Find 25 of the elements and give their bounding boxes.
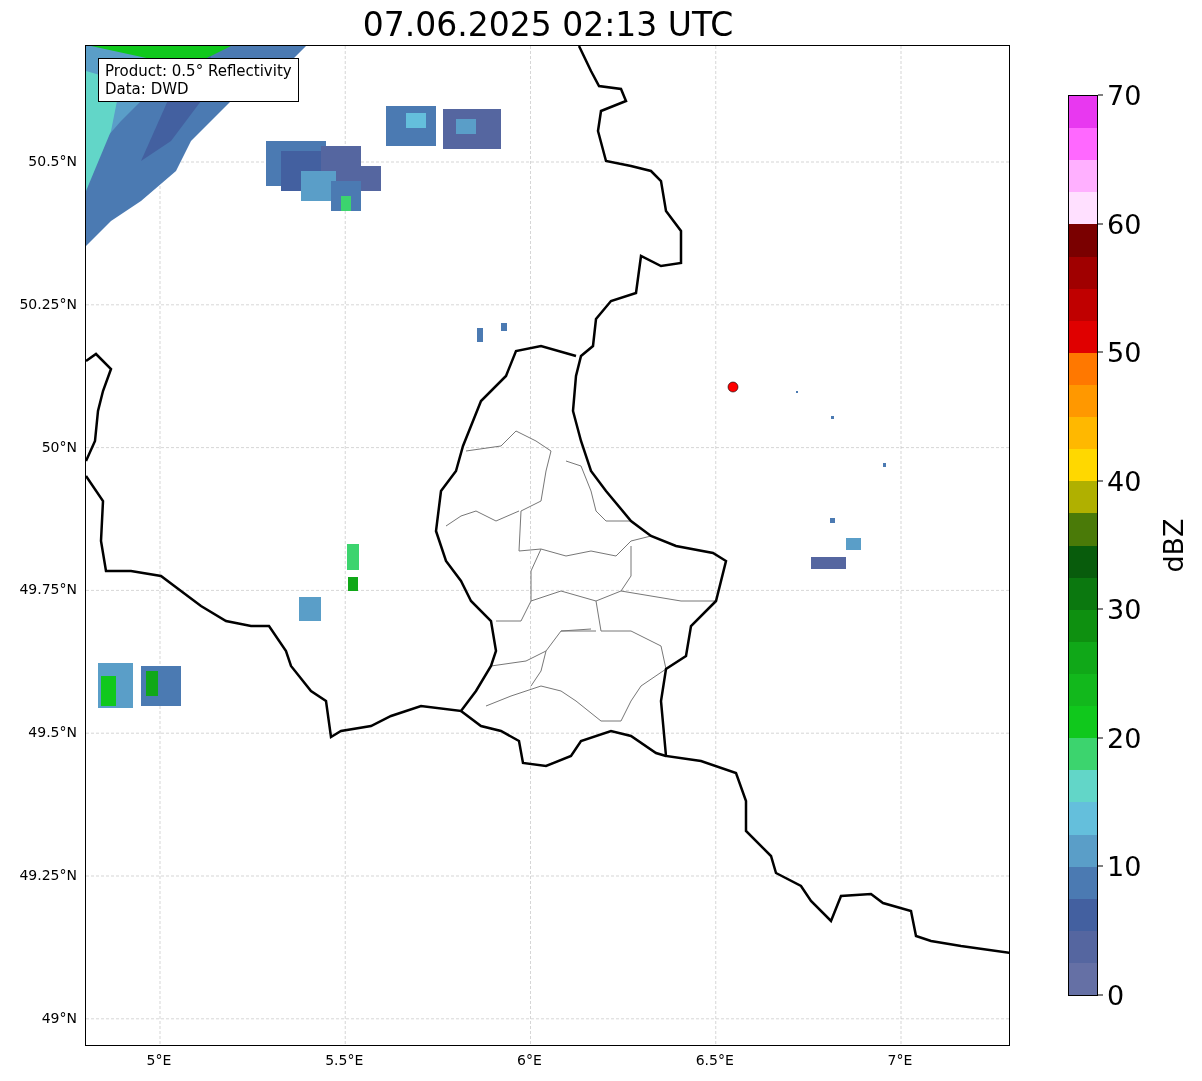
latitude-label: 49.75°N: [19, 581, 77, 598]
latitude-label: 49.5°N: [28, 724, 77, 741]
radar-site-marker: [727, 381, 739, 393]
colorbar-tick-label: 70: [1098, 79, 1142, 111]
colorbar-label: dBZ: [1157, 518, 1189, 573]
longitude-label: 5°E: [146, 1052, 172, 1068]
latitude-label: 50.5°N: [28, 153, 77, 169]
longitude-label: 6.5°E: [695, 1052, 734, 1068]
latitude-label: 49.25°N: [19, 867, 77, 883]
info-text: Data: DWD: [105, 80, 190, 98]
chart-title: 07.06.2025 02:13 UTC: [362, 4, 734, 45]
longitude-label: 6°E: [517, 1052, 542, 1068]
colorbar-tick-label: 0: [1098, 979, 1125, 1011]
info-text: Product: 0.5° Reflectivity: [105, 62, 292, 80]
colorbar-tick-label: 60: [1098, 208, 1142, 240]
longitude-label: 5.5°E: [325, 1052, 364, 1068]
colorbar-tick-label: 50: [1098, 336, 1142, 368]
colorbar-tick-label: 40: [1098, 465, 1142, 497]
longitude-label: 7°E: [887, 1052, 913, 1068]
colorbar-tick-label: 20: [1098, 722, 1142, 754]
latitude-label: 50.25°N: [19, 295, 77, 312]
latitude-label: 50°N: [41, 438, 77, 455]
colorbar-tick-label: 10: [1098, 850, 1142, 882]
colorbar-tick-label: 30: [1098, 593, 1142, 625]
latitude-label: 49°N: [41, 1009, 77, 1026]
